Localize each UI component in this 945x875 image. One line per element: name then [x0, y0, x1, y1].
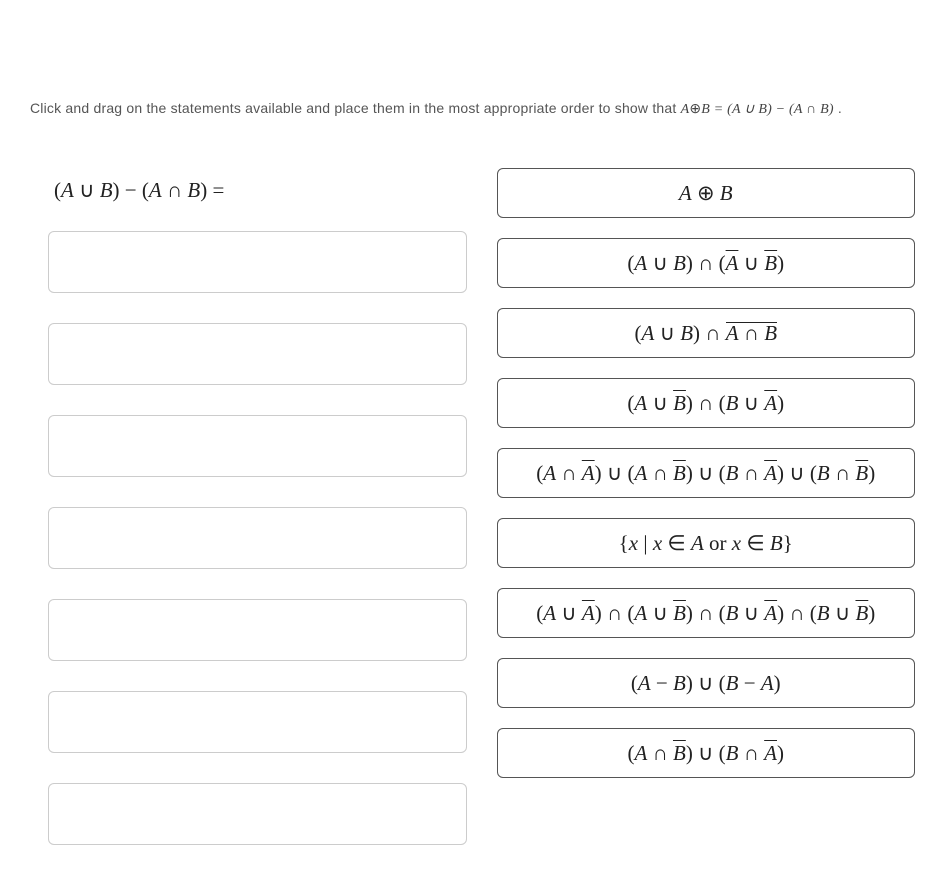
exercise-page: Click and drag on the statements availab…: [0, 0, 945, 875]
card-expression: (A ∪ B) ∩ (A ∪ B): [627, 251, 784, 276]
draggable-card[interactable]: (A − B) ∪ (B − A): [497, 658, 916, 708]
drop-slot-list: [48, 231, 467, 845]
drop-column: (A ∪ B) − (A ∩ B) =: [48, 168, 467, 845]
draggable-card[interactable]: (A ∪ B) ∩ (A ∪ B): [497, 238, 916, 288]
drop-slot[interactable]: [48, 231, 467, 293]
card-expression: A ⊕ B: [679, 181, 733, 206]
drop-slot[interactable]: [48, 323, 467, 385]
card-expression: (A ∩ A) ∪ (A ∩ B) ∪ (B ∩ A) ∪ (B ∩ B): [536, 461, 875, 486]
card-expression: (A ∩ B) ∪ (B ∩ A): [627, 741, 784, 766]
card-expression: (A ∪ B) ∩ A ∩ B: [634, 321, 777, 346]
draggable-card[interactable]: (A ∩ A) ∪ (A ∩ B) ∪ (B ∩ A) ∪ (B ∩ B): [497, 448, 916, 498]
instruction-pre: Click and drag on the statements availab…: [30, 100, 681, 116]
draggable-card[interactable]: (A ∩ B) ∪ (B ∩ A): [497, 728, 916, 778]
draggable-card[interactable]: A ⊕ B: [497, 168, 916, 218]
instruction-post: .: [838, 100, 842, 116]
draggable-card[interactable]: (A ∪ B) ∩ A ∩ B: [497, 308, 916, 358]
instruction-equation: A⊕B = (A ∪ B) − (A ∩ B): [681, 102, 834, 117]
lhs-expression: (A ∪ B) − (A ∩ B) =: [48, 168, 467, 231]
drop-slot[interactable]: [48, 691, 467, 753]
drop-slot[interactable]: [48, 507, 467, 569]
drop-slot[interactable]: [48, 783, 467, 845]
drop-slot[interactable]: [48, 599, 467, 661]
card-expression: (A − B) ∪ (B − A): [631, 671, 781, 696]
drop-slot[interactable]: [48, 415, 467, 477]
exercise-columns: (A ∪ B) − (A ∩ B) = A ⊕ B (A ∪ B) ∩ (A ∪ …: [30, 168, 915, 845]
instruction-text: Click and drag on the statements availab…: [30, 100, 915, 118]
draggable-card[interactable]: (A ∪ B) ∩ (B ∪ A): [497, 378, 916, 428]
draggable-card-list: A ⊕ B (A ∪ B) ∩ (A ∪ B) (A ∪ B) ∩ A ∩ B (A …: [497, 168, 916, 778]
draggable-card[interactable]: {x | x ∈ A or x ∈ B}: [497, 518, 916, 568]
card-expression: (A ∪ A) ∩ (A ∪ B) ∩ (B ∪ A) ∩ (B ∪ B): [536, 601, 875, 626]
draggable-card[interactable]: (A ∪ A) ∩ (A ∪ B) ∩ (B ∪ A) ∩ (B ∪ B): [497, 588, 916, 638]
card-expression: {x | x ∈ A or x ∈ B}: [619, 531, 793, 556]
card-expression: (A ∪ B) ∩ (B ∪ A): [627, 391, 784, 416]
